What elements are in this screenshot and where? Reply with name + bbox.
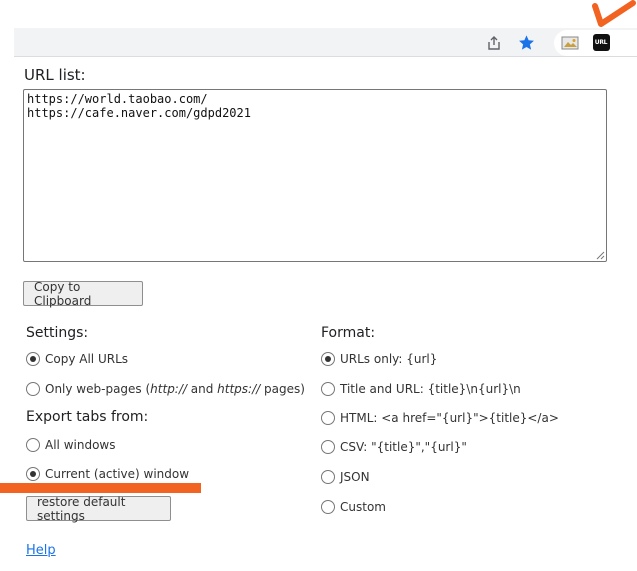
radio-button[interactable] xyxy=(321,411,335,425)
radio-button[interactable] xyxy=(26,352,40,366)
radio-label: Only web-pages (http:// and https:// pag… xyxy=(45,382,305,396)
radio-current-window[interactable]: Current (active) window xyxy=(26,465,189,483)
radio-label: All windows xyxy=(45,438,116,452)
radio-format-title-url[interactable]: Title and URL: {title}\n{url}\n xyxy=(321,380,521,398)
resize-grip-icon[interactable] xyxy=(596,251,605,260)
radio-format-csv[interactable]: CSV: "{title}","{url}" xyxy=(321,438,467,456)
url-line: https://cafe.naver.com/gdpd2021 xyxy=(27,106,251,120)
radio-label: Copy All URLs xyxy=(45,352,129,366)
url-list-textarea[interactable]: https://world.taobao.com/ https://cafe.n… xyxy=(23,89,607,262)
radio-all-windows[interactable]: All windows xyxy=(26,436,115,454)
browser-toolbar: URL xyxy=(14,28,637,57)
url-line: https://world.taobao.com/ xyxy=(27,92,208,106)
restore-default-settings-button[interactable]: restore default settings xyxy=(26,495,171,523)
radio-button[interactable] xyxy=(321,470,335,484)
radio-button[interactable] xyxy=(26,382,40,396)
radio-button[interactable] xyxy=(321,440,335,454)
radio-button[interactable] xyxy=(321,352,335,366)
radio-only-web-pages[interactable]: Only web-pages (http:// and https:// pag… xyxy=(26,380,305,398)
radio-label: URLs only: {url} xyxy=(340,352,438,366)
star-icon[interactable] xyxy=(513,28,539,57)
settings-label: Settings: xyxy=(26,325,89,341)
share-icon[interactable] xyxy=(481,28,507,57)
radio-label: HTML: <a href="{url}">{title}</a> xyxy=(340,411,559,425)
radio-button[interactable] xyxy=(26,467,40,481)
highlight-annotation-bar xyxy=(0,483,201,493)
radio-format-custom[interactable]: Custom xyxy=(321,498,386,516)
image-extension-icon[interactable] xyxy=(554,28,586,57)
radio-format-urls-only[interactable]: URLs only: {url} xyxy=(321,350,437,368)
radio-label: CSV: "{title}","{url}" xyxy=(340,440,467,454)
radio-format-html[interactable]: HTML: <a href="{url}">{title}</a> xyxy=(321,409,559,427)
export-tabs-label: Export tabs from: xyxy=(26,409,149,425)
radio-label: JSON xyxy=(340,470,370,484)
radio-button[interactable] xyxy=(321,382,335,396)
radio-label: Title and URL: {title}\n{url}\n xyxy=(340,382,521,396)
format-label: Format: xyxy=(321,325,376,341)
url-list-label: URL list: xyxy=(24,66,86,84)
copy-to-clipboard-button[interactable]: Copy to Clipboard xyxy=(23,280,143,308)
checkmark-annotation-icon xyxy=(592,0,636,27)
radio-format-json[interactable]: JSON xyxy=(321,468,370,486)
radio-label: Custom xyxy=(340,500,386,514)
radio-button[interactable] xyxy=(26,438,40,452)
radio-button[interactable] xyxy=(321,500,335,514)
radio-label: Current (active) window xyxy=(45,467,190,481)
radio-copy-all-urls[interactable]: Copy All URLs xyxy=(26,350,128,368)
help-link[interactable]: Help xyxy=(26,543,56,558)
